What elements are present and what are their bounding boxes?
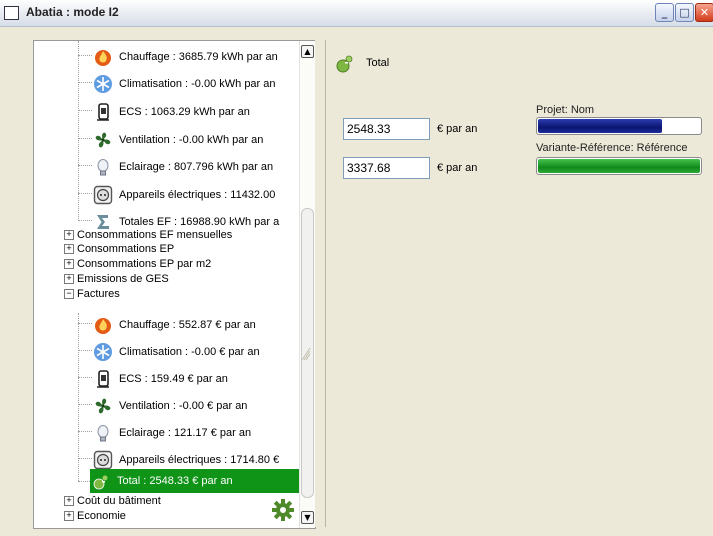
reference-progress-bar — [536, 157, 702, 175]
electric-appliance-icon — [92, 185, 113, 206]
tree-item-label: Total : 2548.33 € par an — [117, 475, 233, 487]
snowflake-icon — [92, 342, 113, 363]
expand-toggle[interactable]: + — [64, 511, 74, 521]
fire-icon — [92, 47, 113, 68]
electric-appliance-icon — [92, 450, 113, 471]
tree-item-total-factures[interactable]: Total : 2548.33 € par an — [90, 469, 299, 493]
tree-item-eclairage-factures[interactable]: Eclairage : 121.17 € par an — [92, 421, 253, 445]
expand-toggle[interactable]: + — [64, 274, 74, 284]
tree-node-label: Coût du bâtiment — [77, 495, 161, 507]
tree-node-cout-batiment[interactable]: + Coût du bâtiment — [64, 494, 161, 508]
light-bulb-icon — [92, 423, 113, 444]
window-title: Abatia : mode I2 — [26, 5, 119, 19]
tree-node-label: Consommations EP — [77, 243, 175, 255]
tree-item-label: Climatisation : -0.00 kWh par an — [119, 78, 276, 90]
reference-bar-fill — [538, 159, 700, 173]
project-bar-fill — [538, 119, 662, 133]
tree-item-label: ECS : 1063.29 kWh par an — [119, 106, 250, 118]
tree-item-chauffage-ef[interactable]: Chauffage : 3685.79 kWh par an — [92, 45, 280, 69]
tree-item-ecs-factures[interactable]: ECS : 159.49 € par an — [92, 367, 230, 391]
tree-scrollbar[interactable]: ▲ ▼ — [299, 41, 315, 528]
project-total-unit: € par an — [437, 123, 478, 135]
tree-node-label: Consommations EF mensuelles — [77, 229, 233, 241]
expand-toggle[interactable]: + — [64, 230, 74, 240]
tree-node-factures[interactable]: − Factures — [64, 287, 120, 301]
detail-panel: Total 2548.33 € par an 3337.68 € par an … — [325, 40, 713, 527]
reference-bar-caption: Variante-Référence: Référence — [536, 142, 688, 154]
tree-node-label: Consommations EP par m2 — [77, 258, 212, 270]
close-button[interactable]: ✕ — [695, 3, 713, 22]
tree-item-label: Ventilation : -0.00 kWh par an — [119, 134, 264, 146]
tree-node-emissions-ges[interactable]: + Emissions de GES — [64, 272, 169, 286]
tree-item-label: Eclairage : 121.17 € par an — [119, 427, 252, 439]
results-tree[interactable]: Chauffage : 3685.79 kWh par an Climatisa… — [33, 40, 316, 529]
tree-node-label: Factures — [77, 288, 120, 300]
reference-total-unit: € par an — [437, 162, 478, 174]
tree-item-label: ECS : 159.49 € par an — [119, 373, 228, 385]
project-total-value[interactable]: 2548.33 — [343, 118, 430, 140]
tree-item-climatisation-factures[interactable]: Climatisation : -0.00 € par an — [92, 340, 262, 364]
tree-item-label: Appareils électriques : 11432.00 — [119, 189, 276, 201]
tree-node-label: Emissions de GES — [77, 273, 169, 285]
tree-item-climatisation-ef[interactable]: Climatisation : -0.00 kWh par an — [92, 72, 278, 96]
tree-item-chauffage-factures[interactable]: Chauffage : 552.87 € par an — [92, 313, 258, 337]
resize-grip-icon[interactable] — [300, 338, 312, 362]
water-heater-icon — [92, 369, 113, 390]
expand-toggle[interactable]: + — [64, 496, 74, 506]
tree-node-economie[interactable]: + Economie — [64, 509, 126, 523]
detail-title: Total — [366, 57, 390, 69]
gear-icon[interactable] — [271, 498, 295, 522]
tree-item-ventilation-ef[interactable]: Ventilation : -0.00 kWh par an — [92, 128, 265, 152]
tree-item-label: Totales EF : 16988.90 kWh par a — [119, 216, 280, 228]
tree-node-consommations-ep[interactable]: + Consommations EP — [64, 242, 174, 256]
tree-item-label: Climatisation : -0.00 € par an — [119, 346, 260, 358]
tree-item-ventilation-factures[interactable]: Ventilation : -0.00 € par an — [92, 394, 249, 418]
light-bulb-icon — [92, 157, 113, 178]
panel-splitter[interactable] — [315, 40, 325, 527]
snowflake-icon — [92, 74, 113, 95]
tree-content: Chauffage : 3685.79 kWh par an Climatisa… — [34, 41, 299, 528]
tree-item-ecs-ef[interactable]: ECS : 1063.29 kWh par an — [92, 100, 252, 124]
detail-header: Total — [334, 52, 389, 74]
project-progress-bar — [536, 117, 702, 135]
app-window: Abatia : mode I2 _ □ ✕ Chauffage : 3685.… — [0, 0, 713, 536]
fan-icon — [92, 396, 113, 417]
window-icon — [4, 6, 19, 20]
fan-icon — [92, 130, 113, 151]
water-heater-icon — [92, 102, 113, 123]
expand-toggle[interactable]: + — [64, 259, 74, 269]
title-bar[interactable]: Abatia : mode I2 _ □ ✕ — [0, 0, 713, 27]
scroll-down-button[interactable]: ▼ — [301, 511, 314, 524]
money-bag-icon — [336, 55, 353, 73]
tree-item-label: Chauffage : 552.87 € par an — [119, 319, 256, 331]
tree-item-label: Appareils électriques : 1714.80 € — [119, 454, 280, 466]
money-bag-icon — [90, 471, 111, 492]
fire-icon — [92, 315, 113, 336]
tree-node-consommations-ef-mensuelles[interactable]: + Consommations EF mensuelles — [64, 228, 232, 242]
maximize-button[interactable]: □ — [675, 3, 694, 22]
project-bar-caption: Projet: Nom — [536, 104, 595, 116]
expand-toggle[interactable]: + — [64, 244, 74, 254]
tree-item-appareils-ef[interactable]: Appareils électriques : 11432.00 — [92, 183, 277, 207]
tree-node-label: Economie — [77, 510, 126, 522]
tree-item-label: Ventilation : -0.00 € par an — [119, 400, 248, 412]
reference-total-value[interactable]: 3337.68 — [343, 157, 430, 179]
tree-item-eclairage-ef[interactable]: Eclairage : 807.796 kWh par an — [92, 155, 275, 179]
collapse-toggle[interactable]: − — [64, 289, 74, 299]
minimize-button[interactable]: _ — [655, 3, 674, 22]
tree-item-label: Chauffage : 3685.79 kWh par an — [119, 51, 278, 63]
tree-node-consommations-ep-par-m2[interactable]: + Consommations EP par m2 — [64, 257, 211, 271]
tree-item-label: Eclairage : 807.796 kWh par an — [119, 161, 274, 173]
scroll-up-button[interactable]: ▲ — [301, 45, 314, 58]
